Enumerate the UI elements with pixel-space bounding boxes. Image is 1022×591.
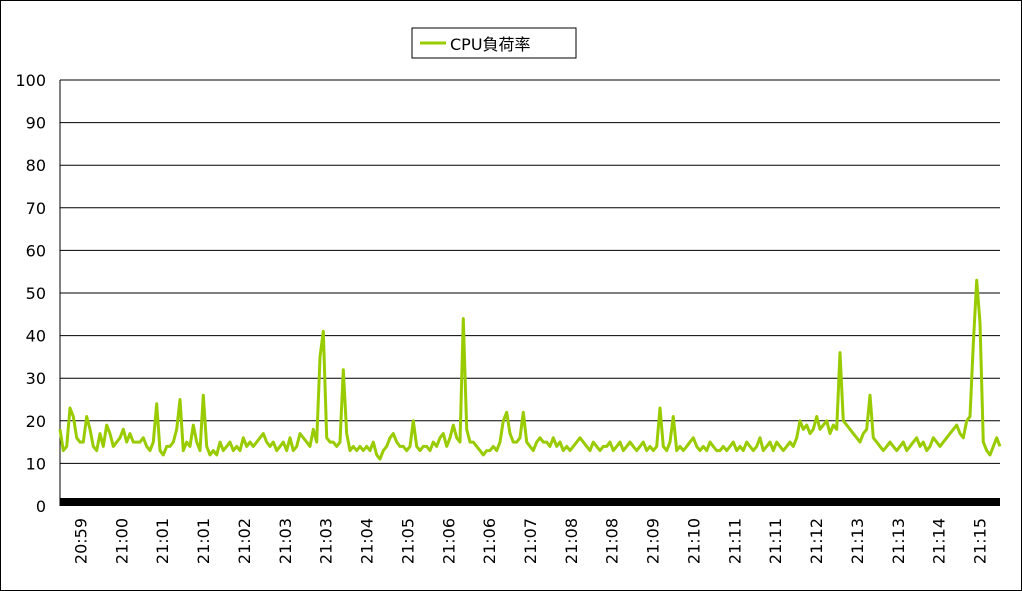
- x-tick-label: 21:08: [562, 518, 581, 564]
- y-tick-label: 0: [36, 497, 46, 516]
- line-chart: 0 10 20 30 40 50 60 70 80 90 100 20:59 21:00 21:01 21…: [15, 27, 1002, 564]
- y-tick-label: 40: [26, 327, 46, 346]
- x-tick-label: 21:11: [766, 518, 785, 564]
- y-tick-label: 80: [26, 156, 46, 175]
- y-axis-tick-labels: 0 10 20 30 40 50 60 70 80 90 100: [15, 71, 46, 516]
- y-tick-label: 20: [26, 412, 46, 431]
- x-tick-label: 21:08: [603, 518, 622, 564]
- y-tick-label: 10: [26, 454, 46, 473]
- x-tick-label: 20:59: [71, 518, 90, 564]
- x-tick-label: 21:00: [112, 518, 131, 564]
- y-tick-label: 60: [26, 241, 46, 260]
- legend-label-cpu: CPU負荷率: [450, 35, 531, 54]
- y-tick-label: 90: [26, 114, 46, 133]
- x-tick-label: 21:01: [194, 518, 213, 564]
- x-tick-label: 21:09: [644, 518, 663, 564]
- x-tick-label: 21:02: [235, 518, 254, 564]
- x-tick-label: 21:06: [480, 518, 499, 564]
- series-line-cpu-load: [58, 278, 1002, 461]
- x-tick-label: 21:07: [521, 518, 540, 564]
- y-tick-label: 30: [26, 369, 46, 388]
- x-tick-label: 21:03: [276, 518, 295, 564]
- x-axis-baseline: [60, 498, 1000, 506]
- x-tick-label: 21:05: [398, 518, 417, 564]
- y-tick-label: 50: [26, 284, 46, 303]
- y-tick-label: 100: [15, 71, 46, 90]
- x-tick-label: 21:04: [358, 518, 377, 564]
- x-tick-label: 21:15: [971, 518, 990, 564]
- x-tick-label: 21:01: [153, 518, 172, 564]
- y-tick-label: 70: [26, 199, 46, 218]
- x-tick-label: 21:13: [848, 518, 867, 564]
- series-lines: [58, 278, 1002, 461]
- x-tick-label: 21:12: [807, 518, 826, 564]
- x-tick-label: 21:03: [317, 518, 336, 564]
- legend: CPU負荷率: [411, 27, 577, 59]
- x-tick-label: 21:10: [684, 518, 703, 564]
- x-tick-label: 21:14: [930, 518, 949, 564]
- x-tick-label: 21:11: [725, 518, 744, 564]
- x-tick-label: 21:06: [439, 518, 458, 564]
- x-tick-label: 21:13: [889, 518, 908, 564]
- x-axis-tick-labels: 20:59 21:00 21:01 21:01 21:02 21:03 21:03 21:04…: [71, 518, 989, 564]
